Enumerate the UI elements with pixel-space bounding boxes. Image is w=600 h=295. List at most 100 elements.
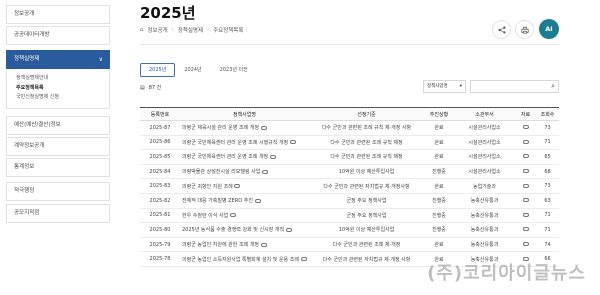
cell-attachment xyxy=(515,149,536,165)
sidebar-item-policy-realname[interactable]: 정책실명제 ∨ xyxy=(6,50,110,69)
column-header: 선정기준 xyxy=(309,107,424,121)
cell-status: 완료 xyxy=(424,237,454,253)
cell-status: 진행중 xyxy=(424,208,454,224)
attachment-icon[interactable] xyxy=(289,140,296,145)
sidebar-subitem-apply[interactable]: 국민신청실명제 신청 xyxy=(16,93,109,103)
sidebar-item-contract[interactable]: 계약정보공개 xyxy=(6,137,110,156)
sidebar-item-budget[interactable]: 예산(예산/결산)정보 xyxy=(6,116,110,135)
cell-attachment xyxy=(515,208,536,224)
attachment-icon[interactable] xyxy=(234,184,241,189)
cell-policy-name[interactable]: 의령박물관 상설전시실 리모델링 사업 xyxy=(180,164,309,180)
table-row[interactable]: 2025-86 의령군 국민체육센터 관리 운영 조례 시행규칙 개정 다수 군… xyxy=(140,135,559,151)
column-header: 정책사업명 xyxy=(180,107,309,121)
attachment-icon[interactable] xyxy=(522,169,529,174)
cell-department: 시설관리사업소 xyxy=(454,149,515,165)
header-divider xyxy=(140,44,559,45)
attachment-icon[interactable] xyxy=(285,227,292,232)
cell-criteria: 10억원 이상 예산투입사업 xyxy=(309,164,424,180)
year-tabs: 2025년 2024년 2023년 이전 xyxy=(140,63,257,77)
cell-policy-name[interactable]: 전체적 대응 가축질병 ZERO 추진 xyxy=(180,193,309,209)
attachment-icon[interactable] xyxy=(229,213,236,218)
cell-criteria: 10억원 이상 예산투입사업 xyxy=(309,222,424,238)
attachment-icon[interactable] xyxy=(260,125,267,130)
sidebar-item-label: 계약정보공개 xyxy=(14,143,45,149)
cell-department: 시설관리사업소 xyxy=(454,120,515,136)
sidebar: 정보공개 공공데이터개방 정책실명제 ∨ 정책실명제안내 주요정책목록 국민신청실… xyxy=(0,0,110,295)
attachment-icon[interactable] xyxy=(522,198,529,203)
attachment-icon[interactable] xyxy=(300,257,307,262)
print-icon[interactable] xyxy=(515,20,534,39)
attachment-icon[interactable] xyxy=(254,198,261,203)
sidebar-item-proactive[interactable]: 적극행정 xyxy=(6,182,110,201)
cell-views: 65 xyxy=(536,149,559,165)
cell-policy-name[interactable]: 2025년 농식품 수출 경쟁력 강화 및 신시장 개척 xyxy=(180,222,309,238)
home-icon[interactable]: ⌂ xyxy=(140,27,144,33)
attachment-icon[interactable] xyxy=(522,183,529,188)
cell-department: 농업기술과 xyxy=(454,178,515,194)
cell-criteria: 다수 군민과 관련된 조례 규칙 제·개정 사항 xyxy=(309,120,424,136)
attachment-icon[interactable] xyxy=(522,125,529,130)
cell-policy-name[interactable]: 의령군 국민체육센터 관리 운영 조례 시행규칙 개정 xyxy=(180,135,309,151)
sidebar-item-open-data[interactable]: 공공데이터개방 xyxy=(6,26,110,45)
search-field-select[interactable]: 정책사업명 ▾ xyxy=(423,80,466,93)
column-header: 조회수 xyxy=(536,107,559,121)
sidebar-item-statistics[interactable]: 통계정보 xyxy=(6,158,110,177)
breadcrumb-item[interactable]: 주요정책목록 xyxy=(213,26,243,34)
cell-policy-name[interactable]: 의령군 체육시설 관리 운영 조례 개정 xyxy=(180,120,309,136)
table-row[interactable]: 2025-83 의령군 귀향인 지원 조례 다수 군민과 관련된 자치법규 제·… xyxy=(140,178,559,194)
ai-assistant-button[interactable]: AI xyxy=(539,19,559,39)
share-icon[interactable] xyxy=(492,20,511,39)
attachment-icon[interactable] xyxy=(522,227,529,232)
table-row[interactable]: 2025-85 의령군 국민체육센터 관리 운영 조례 개정 다수 군민과 관련… xyxy=(140,149,559,165)
table-row[interactable]: 2025-81 한우 수정란 이식 사업 군정 주요 정책사업 진행중 농축산유… xyxy=(140,208,559,224)
cell-number: 2025-80 xyxy=(140,222,180,238)
tab-2023-before[interactable]: 2023년 이전 xyxy=(210,63,257,77)
cell-status: 완료 xyxy=(424,120,454,136)
sidebar-item-public-contest[interactable]: 공모지적점 xyxy=(6,204,110,223)
sidebar-item-info-disclosure[interactable]: 정보공개 xyxy=(6,5,110,24)
document-icon: ▤ xyxy=(140,84,145,91)
sidebar-item-label: 정책실명제 xyxy=(14,56,40,62)
attachment-icon[interactable] xyxy=(522,154,529,159)
column-header: 소관부서 xyxy=(454,107,515,121)
table-row[interactable]: 2025-84 의령박물관 상설전시실 리모델링 사업 10억원 이상 예산투입… xyxy=(140,164,559,180)
table-header-row: 등록번호 정책사업명 선정기준 추진상황 소관부서 자료 조회수 xyxy=(140,107,559,121)
attachment-icon[interactable] xyxy=(522,212,529,217)
cell-policy-name[interactable]: 의령군 귀향인 지원 조례 xyxy=(180,178,309,194)
search-icon[interactable]: ⌕ xyxy=(551,82,555,91)
breadcrumb-item[interactable]: 정보공개 xyxy=(148,26,168,34)
cell-attachment xyxy=(515,237,536,253)
attachment-icon[interactable] xyxy=(522,242,529,247)
cell-department: 시설관리사업소 xyxy=(454,164,515,180)
column-header: 등록번호 xyxy=(140,107,180,121)
sidebar-subitem-policy-list[interactable]: 주요정책목록 xyxy=(16,84,109,94)
attachment-icon[interactable] xyxy=(269,154,276,159)
cell-attachment xyxy=(515,178,536,194)
cell-criteria: 군정 주요 정책사업 xyxy=(309,193,424,209)
cell-policy-name[interactable]: 의령군 국민체육센터 관리 운영 조례 개정 xyxy=(180,149,309,165)
search-input[interactable]: ⌕ xyxy=(470,80,559,93)
table-row[interactable]: 2025-82 전체적 대응 가축질병 ZERO 추진 군정 주요 정책사업 진… xyxy=(140,193,559,209)
attachment-icon[interactable] xyxy=(261,169,268,174)
breadcrumb-item[interactable]: 정책실명제 xyxy=(178,26,203,34)
tab-2025[interactable]: 2025년 xyxy=(140,63,176,77)
column-header: 추진상황 xyxy=(424,107,454,121)
table-row[interactable]: 2025-80 2025년 농식품 수출 경쟁력 강화 및 신시장 개척 10억… xyxy=(140,222,559,238)
table-row[interactable]: 2025-79 의령군 농업인 지원에 관한 조례 개정 다수 군민과 관련된 … xyxy=(140,237,559,253)
attachment-icon[interactable] xyxy=(522,139,529,144)
table-row[interactable]: 2025-87 의령군 체육시설 관리 운영 조례 개정 다수 군민과 관련된 … xyxy=(140,120,559,136)
cell-policy-name[interactable]: 의령군 농업인 지원에 관한 조례 개정 xyxy=(180,237,309,253)
cell-criteria: 군정 주요 정책사업 xyxy=(309,208,424,224)
chevron-right-icon: › xyxy=(171,27,174,33)
cell-views: 71 xyxy=(536,222,559,238)
cell-views: 74 xyxy=(536,237,559,253)
cell-policy-name[interactable]: 한우 수정란 이식 사업 xyxy=(180,208,309,224)
cell-department: 농축산유통과 xyxy=(454,193,515,209)
column-header: 자료 xyxy=(515,107,536,121)
tab-2024[interactable]: 2024년 xyxy=(175,63,211,77)
cell-policy-name[interactable]: 의령군 농업인 소득지원사업 특별회계 설치 및 운용 조례 xyxy=(180,251,309,267)
attachment-icon[interactable] xyxy=(260,242,267,247)
cell-views: 71 xyxy=(536,135,559,151)
sidebar-subitem-guide[interactable]: 정책실명제안내 xyxy=(16,74,109,84)
cell-department: 농축산유통과 xyxy=(454,222,515,238)
